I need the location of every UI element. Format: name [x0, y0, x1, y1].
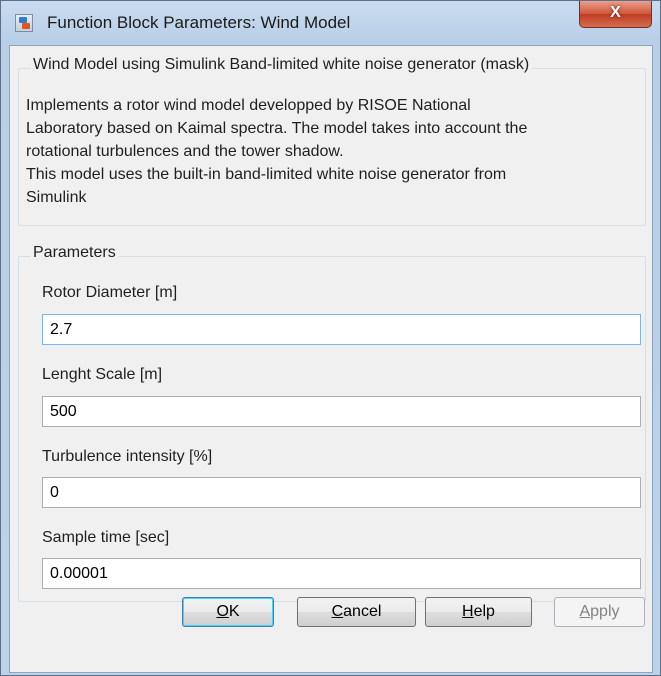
- simulink-block-icon: [15, 14, 33, 32]
- apply-mnemonic: A: [579, 603, 591, 620]
- dialog-client-area: Wind Model using Simulink Band-limited w…: [9, 45, 653, 673]
- title-bar[interactable]: Function Block Parameters: Wind Model X: [1, 1, 660, 45]
- apply-button: Apply: [554, 597, 645, 627]
- ok-label-rest: K: [228, 603, 240, 620]
- help-mnemonic: H: [462, 603, 474, 620]
- sample-time-label: Sample time [sec]: [42, 529, 170, 546]
- description-line: Simulink: [26, 189, 87, 206]
- window-title: Function Block Parameters: Wind Model: [47, 13, 351, 32]
- sample-time-input[interactable]: [42, 558, 641, 589]
- description-line: Laboratory based on Kaimal spectra. The …: [26, 120, 528, 137]
- description-line: Implements a rotor wind model developped…: [26, 97, 471, 114]
- rotor-diameter-label: Rotor Diameter [m]: [42, 284, 178, 301]
- parameters-group-title: Parameters: [30, 244, 119, 262]
- length-scale-input[interactable]: [42, 396, 641, 427]
- apply-label-rest: pply: [590, 603, 620, 620]
- close-icon: X: [610, 4, 621, 21]
- help-label-rest: elp: [473, 603, 495, 620]
- mask-description: Implements a rotor wind model developped…: [26, 94, 646, 209]
- close-button[interactable]: X: [579, 1, 652, 28]
- help-button[interactable]: Help: [425, 597, 532, 627]
- ok-button[interactable]: OK: [182, 597, 274, 627]
- turbulence-intensity-label: Turbulence intensity [%]: [42, 448, 213, 465]
- cancel-mnemonic: C: [331, 603, 344, 620]
- rotor-diameter-input[interactable]: [42, 314, 641, 345]
- cancel-button[interactable]: Cancel: [297, 597, 416, 627]
- cancel-label-rest: ancel: [343, 603, 382, 620]
- description-line: This model uses the built-in band-limite…: [26, 166, 507, 183]
- dialog-window: Function Block Parameters: Wind Model X …: [0, 0, 661, 676]
- description-line: rotational turbulences and the tower sha…: [26, 143, 344, 160]
- mask-group-title: Wind Model using Simulink Band-limited w…: [30, 56, 533, 74]
- ok-mnemonic: O: [216, 603, 229, 620]
- parameters-group: [18, 256, 646, 602]
- length-scale-label: Lenght Scale [m]: [42, 366, 163, 383]
- turbulence-intensity-input[interactable]: [42, 477, 641, 508]
